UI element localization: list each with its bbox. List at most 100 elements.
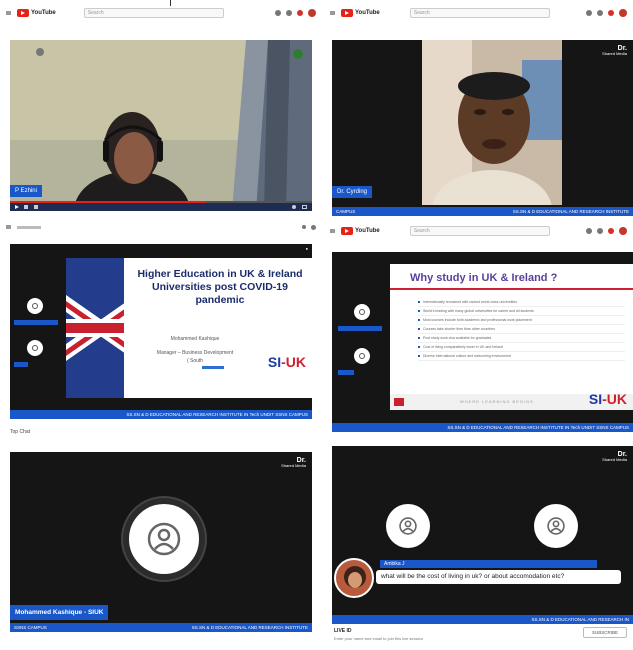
panel-slide-1: ● Higher Education in UK & Ireland Unive… bbox=[0, 218, 322, 444]
slide-progress-mark bbox=[202, 366, 224, 369]
webcam-scene-image bbox=[422, 40, 562, 205]
slide-accent-bar bbox=[390, 288, 633, 290]
notifications-icon[interactable] bbox=[297, 10, 303, 16]
channel-logo: Dr. Shared Media bbox=[602, 451, 627, 462]
next-icon[interactable] bbox=[24, 205, 28, 209]
search-input[interactable]: Search bbox=[409, 226, 550, 236]
participant-avatar-icon bbox=[354, 348, 370, 364]
union-jack-image bbox=[66, 258, 124, 398]
participant-label bbox=[14, 320, 58, 325]
bullet-item: Cost of living comparatively lower in UK… bbox=[418, 343, 625, 352]
bullet-item: Courses take shorter time than other cou… bbox=[418, 325, 625, 334]
screenshot-collage: YouTube Search P Ezhini YouTube Search D… bbox=[0, 0, 633, 650]
menu-icon[interactable] bbox=[6, 11, 11, 15]
youtube-topbar: YouTube Search bbox=[324, 0, 633, 26]
bullet-item: Post study work visa available for gradu… bbox=[418, 334, 625, 343]
notifications-icon[interactable] bbox=[608, 228, 614, 234]
participant-name-tag: Dr. Cyrding bbox=[332, 186, 373, 198]
bullet-item: Most courses include both academic and p… bbox=[418, 316, 625, 325]
search-input[interactable]: Search bbox=[409, 8, 550, 18]
slide-title: Why study in UK & Ireland ? bbox=[410, 272, 558, 284]
video-player[interactable]: ● Higher Education in UK & Ireland Unive… bbox=[10, 244, 312, 419]
account-avatar[interactable] bbox=[311, 224, 316, 230]
channel-logo: Dr. Shared Media bbox=[602, 45, 627, 56]
channel-logo: Dr. Shared Media bbox=[281, 457, 306, 468]
video-player[interactable]: Dr. Shared Media Ambika J what will be t… bbox=[332, 446, 633, 624]
participant-label bbox=[338, 370, 354, 375]
participant-avatar-icon bbox=[123, 498, 205, 580]
slide-tagline: WHERE LEARNING BEGINS bbox=[460, 399, 534, 404]
bullet-item: Diverse international culture and welcom… bbox=[418, 352, 625, 361]
fullscreen-icon[interactable] bbox=[302, 205, 307, 209]
youtube-play-icon bbox=[341, 227, 353, 235]
video-player[interactable]: Dr. Shared Media Dr. Cyrding CAMPUS SS.SN… bbox=[332, 40, 633, 216]
panel-chat-overlay: Dr. Shared Media Ambika J what will be t… bbox=[324, 446, 633, 650]
apps-icon[interactable] bbox=[597, 228, 603, 234]
channel-logo: ● bbox=[305, 246, 308, 251]
settings-icon[interactable] bbox=[292, 205, 296, 209]
panel-webcam-1: YouTube Search P Ezhini bbox=[0, 0, 322, 216]
chat-text: what will be the cost of living in uk? o… bbox=[376, 570, 621, 584]
webcam-scene-image bbox=[10, 40, 312, 211]
below-video-text: Enter your name and email to join this l… bbox=[334, 636, 423, 641]
chat-message: Ambika J what will be the cost of living… bbox=[332, 558, 627, 604]
uk-flag-icon bbox=[394, 398, 404, 406]
video-player[interactable]: Dr. Shared Media Mohammed Kashique - SIUK… bbox=[10, 452, 312, 632]
bullet-item: World's leading with many global univers… bbox=[418, 307, 625, 316]
participant-label bbox=[14, 362, 28, 367]
slide-title: Higher Education in UK & Ireland Univers… bbox=[137, 268, 303, 306]
youtube-logo[interactable]: YouTube bbox=[341, 9, 380, 17]
account-avatar[interactable] bbox=[619, 227, 627, 235]
participant-avatar-icon bbox=[386, 504, 430, 548]
apps-icon[interactable] bbox=[302, 225, 306, 229]
participant-name-tag: Mohammed Kashique - SIUK bbox=[10, 605, 109, 620]
menu-icon[interactable] bbox=[6, 225, 11, 229]
below-video-title: LIVE ID bbox=[334, 628, 352, 634]
participant-avatar-icon bbox=[354, 304, 370, 320]
volume-icon[interactable] bbox=[34, 205, 38, 209]
youtube-topbar: YouTube Search bbox=[0, 0, 322, 26]
ticker-strip: SS.SN & D EDUCATIONAL AND RESEARCH IN bbox=[332, 615, 633, 624]
ticker-strip: SSNS CAMPUS SS.SN & D EDUCATIONAL AND RE… bbox=[10, 623, 312, 632]
video-controls-bar bbox=[10, 201, 312, 211]
youtube-topbar bbox=[0, 218, 322, 236]
youtube-logo[interactable] bbox=[17, 225, 41, 229]
apps-icon[interactable] bbox=[286, 10, 292, 16]
bullet-item: Internationally renowned with ranked wor… bbox=[418, 298, 625, 307]
apps-icon[interactable] bbox=[597, 10, 603, 16]
video-player[interactable]: Why study in UK & Ireland ? Internationa… bbox=[332, 252, 633, 432]
top-chat-label[interactable]: Top Chat bbox=[10, 429, 312, 435]
video-camera-icon[interactable] bbox=[586, 10, 592, 16]
presentation-slide: Higher Education in UK & Ireland Univers… bbox=[66, 258, 312, 398]
menu-icon[interactable] bbox=[330, 11, 335, 15]
subscribe-button[interactable]: SUBSCRIBE bbox=[583, 627, 627, 638]
presentation-slide: Why study in UK & Ireland ? Internationa… bbox=[390, 264, 633, 410]
youtube-logo[interactable]: YouTube bbox=[17, 9, 56, 17]
menu-icon[interactable] bbox=[330, 229, 335, 233]
youtube-topbar: YouTube Search bbox=[324, 218, 633, 244]
youtube-play-icon bbox=[17, 9, 29, 17]
video-player[interactable]: P Ezhini bbox=[10, 40, 312, 211]
participant-avatar-icon bbox=[27, 298, 43, 314]
notifications-icon[interactable] bbox=[608, 10, 614, 16]
participant-avatar-icon bbox=[27, 340, 43, 356]
ticker-strip: SS.SN & D EDUCATIONAL AND RESEARCH INSTI… bbox=[10, 410, 312, 419]
account-avatar[interactable] bbox=[308, 9, 316, 17]
panel-participant: Dr. Shared Media Mohammed Kashique - SIUK… bbox=[0, 446, 322, 650]
video-camera-icon[interactable] bbox=[586, 228, 592, 234]
participant-name-tag: P Ezhini bbox=[10, 185, 42, 197]
presenter-role: Manager – Business Development bbox=[156, 350, 234, 356]
progress-fill bbox=[10, 201, 207, 203]
account-avatar[interactable] bbox=[619, 9, 627, 17]
progress-bar[interactable] bbox=[10, 201, 312, 203]
ticker-strip: CAMPUS SS.SN & D EDUCATIONAL AND RESEARC… bbox=[332, 207, 633, 216]
youtube-logo[interactable]: YouTube bbox=[341, 227, 380, 235]
search-input[interactable]: Search bbox=[83, 8, 224, 18]
ticker-strip: SS.SN & D EDUCATIONAL AND RESEARCH INSTI… bbox=[332, 423, 633, 432]
video-camera-icon[interactable] bbox=[275, 10, 281, 16]
presenter-role-2: ( South bbox=[186, 358, 204, 364]
panel-slide-2: YouTube Search Why study in UK & Ireland… bbox=[324, 218, 633, 444]
chat-author-avatar bbox=[334, 558, 374, 598]
cursor-mark bbox=[170, 0, 171, 6]
play-icon[interactable] bbox=[15, 205, 19, 209]
